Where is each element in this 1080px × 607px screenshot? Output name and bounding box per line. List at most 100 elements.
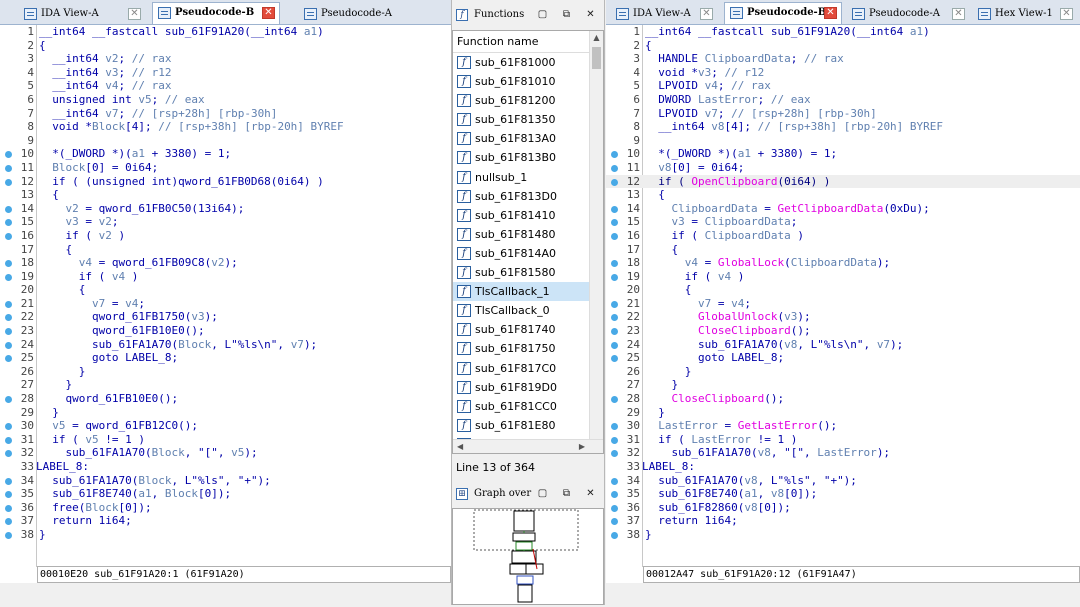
code-line[interactable]: 33LABEL_8: xyxy=(606,460,1080,474)
function-list-item[interactable]: fTlsCallback_1 xyxy=(453,282,603,301)
code-line[interactable]: 26 } xyxy=(606,365,1080,379)
code-line[interactable]: 16 if ( ClipboardData ) xyxy=(606,229,1080,243)
scrollbar-thumb[interactable] xyxy=(592,47,601,69)
breakpoint-dot-icon[interactable] xyxy=(611,491,618,498)
code-line[interactable]: 23 CloseClipboard(); xyxy=(606,324,1080,338)
functions-list[interactable]: Function name fsub_61F81000fsub_61F81010… xyxy=(452,30,604,454)
code-line[interactable]: 7 __int64 v7; // [rsp+28h] [rbp-30h] xyxy=(0,107,451,121)
code-line[interactable]: 29 } xyxy=(0,406,451,420)
code-line[interactable]: 36 sub_61F82860(v8[0]); xyxy=(606,501,1080,515)
code-line[interactable]: 6 DWORD LastError; // eax xyxy=(606,93,1080,107)
code-line[interactable]: 11 Block[0] = 0i64; xyxy=(0,161,451,175)
float-icon[interactable]: ⧉ xyxy=(561,488,572,499)
code-line[interactable]: 25 goto LABEL_8; xyxy=(606,351,1080,365)
pseudocode-view[interactable]: 1__int64 __fastcall sub_61F91A20(__int64… xyxy=(606,25,1080,567)
code-line[interactable]: 4 __int64 v3; // r12 xyxy=(0,66,451,80)
function-list-item[interactable]: fsub_61F81E80 xyxy=(453,416,603,435)
code-line[interactable]: 5 LPVOID v4; // rax xyxy=(606,79,1080,93)
code-line[interactable]: 27 } xyxy=(0,378,451,392)
breakpoint-dot-icon[interactable] xyxy=(5,328,12,335)
column-header-function-name[interactable]: Function name xyxy=(453,31,603,53)
code-line[interactable]: 36 free(Block[0]); xyxy=(0,501,451,515)
code-line[interactable]: 27 } xyxy=(606,378,1080,392)
code-line[interactable]: 32 sub_61FA1A70(Block, "[", v5); xyxy=(0,446,451,460)
function-list-item[interactable]: fsub_61F813B0 xyxy=(453,148,603,167)
breakpoint-dot-icon[interactable] xyxy=(5,165,12,172)
code-line[interactable]: 12 if ( OpenClipboard(0i64) ) xyxy=(606,175,1080,189)
breakpoint-dot-icon[interactable] xyxy=(5,260,12,267)
code-line[interactable]: 28 CloseClipboard(); xyxy=(606,392,1080,406)
breakpoint-dot-icon[interactable] xyxy=(5,505,12,512)
breakpoint-dot-icon[interactable] xyxy=(5,314,12,321)
code-line[interactable]: 10 *(_DWORD *)(a1 + 3380) = 1; xyxy=(606,147,1080,161)
code-line[interactable]: 17 { xyxy=(606,243,1080,257)
close-icon[interactable]: ✕ xyxy=(585,488,596,499)
restore-icon[interactable]: ▢ xyxy=(537,9,548,20)
tab-pseudocode-b[interactable]: Pseudocode-B ✕ xyxy=(724,2,842,25)
close-icon[interactable]: ✕ xyxy=(1060,8,1073,20)
close-icon[interactable]: ✕ xyxy=(262,7,275,19)
function-list-item[interactable]: fsub_61F813D0 xyxy=(453,187,603,206)
function-list-item[interactable]: fsub_61F817C0 xyxy=(453,359,603,378)
tab-ida-view-a[interactable]: IDA View-A ✕ xyxy=(610,3,718,25)
breakpoint-dot-icon[interactable] xyxy=(5,478,12,485)
breakpoint-dot-icon[interactable] xyxy=(5,532,12,539)
function-list-item[interactable]: fsub_61F81750 xyxy=(453,339,603,358)
breakpoint-dot-icon[interactable] xyxy=(611,532,618,539)
code-line[interactable]: 37 return 1i64; xyxy=(0,514,451,528)
function-list-item[interactable]: fsub_61F819D0 xyxy=(453,378,603,397)
breakpoint-dot-icon[interactable] xyxy=(611,328,618,335)
function-list-item[interactable]: fsub_61F81000 xyxy=(453,53,603,72)
code-line[interactable]: 20 { xyxy=(0,283,451,297)
code-line[interactable]: 5 __int64 v4; // rax xyxy=(0,79,451,93)
scroll-up-arrow-icon[interactable]: ▲ xyxy=(590,31,603,45)
tab-ida-view-a[interactable]: IDA View-A ✕ xyxy=(18,3,146,25)
breakpoint-dot-icon[interactable] xyxy=(5,274,12,281)
function-list-item[interactable]: fTlsCallback_0 xyxy=(453,301,603,320)
code-line[interactable]: 6 unsigned int v5; // eax xyxy=(0,93,451,107)
code-line[interactable]: 31 if ( LastError != 1 ) xyxy=(606,433,1080,447)
code-line[interactable]: 32 sub_61FA1A70(v8, "[", LastError); xyxy=(606,446,1080,460)
breakpoint-dot-icon[interactable] xyxy=(611,505,618,512)
close-icon[interactable]: ✕ xyxy=(700,8,713,20)
code-line[interactable]: 38} xyxy=(0,528,451,542)
breakpoint-dot-icon[interactable] xyxy=(5,219,12,226)
function-list-item[interactable]: fsub_61F814A0 xyxy=(453,244,603,263)
code-line[interactable]: 14 ClipboardData = GetClipboardData(0xDu… xyxy=(606,202,1080,216)
close-icon[interactable]: ✕ xyxy=(128,8,141,20)
code-line[interactable]: 30 v5 = qword_61FB12C0(); xyxy=(0,419,451,433)
breakpoint-dot-icon[interactable] xyxy=(5,491,12,498)
code-line[interactable]: 33LABEL_8: xyxy=(0,460,451,474)
code-line[interactable]: 38} xyxy=(606,528,1080,542)
close-icon[interactable]: ✕ xyxy=(824,7,837,19)
breakpoint-dot-icon[interactable] xyxy=(5,151,12,158)
breakpoint-dot-icon[interactable] xyxy=(611,423,618,430)
breakpoint-dot-icon[interactable] xyxy=(5,396,12,403)
function-list-item[interactable]: fsub_61F81200 xyxy=(453,91,603,110)
code-line[interactable]: 30 LastError = GetLastError(); xyxy=(606,419,1080,433)
horizontal-scrollbar[interactable] xyxy=(606,583,1080,605)
scroll-left-arrow-icon[interactable]: ◀ xyxy=(457,440,463,453)
functions-vertical-scrollbar[interactable]: ▲ xyxy=(589,31,603,439)
function-list-item[interactable]: fsub_61F81010 xyxy=(453,72,603,91)
code-line[interactable]: 18 v4 = qword_61FB09C8(v2); xyxy=(0,256,451,270)
function-list-item[interactable]: fsub_61F81410 xyxy=(453,206,603,225)
breakpoint-dot-icon[interactable] xyxy=(5,301,12,308)
code-line[interactable]: 13 { xyxy=(0,188,451,202)
breakpoint-dot-icon[interactable] xyxy=(611,396,618,403)
code-line[interactable]: 2{ xyxy=(0,39,451,53)
breakpoint-dot-icon[interactable] xyxy=(611,233,618,240)
code-line[interactable]: 22 GlobalUnlock(v3); xyxy=(606,310,1080,324)
code-line[interactable]: 15 v3 = v2; xyxy=(0,215,451,229)
horizontal-scrollbar[interactable] xyxy=(0,583,451,605)
breakpoint-dot-icon[interactable] xyxy=(611,314,618,321)
code-line[interactable]: 34 sub_61FA1A70(v8, L"%ls", "+"); xyxy=(606,474,1080,488)
breakpoint-dot-icon[interactable] xyxy=(5,206,12,213)
tab-pseudocode-a[interactable]: Pseudocode-A xyxy=(298,3,438,25)
code-line[interactable]: 2{ xyxy=(606,39,1080,53)
code-line[interactable]: 24 sub_61FA1A70(Block, L"%ls\n", v7); xyxy=(0,338,451,352)
breakpoint-dot-icon[interactable] xyxy=(5,233,12,240)
breakpoint-dot-icon[interactable] xyxy=(611,179,618,186)
code-line[interactable]: 20 { xyxy=(606,283,1080,297)
code-line[interactable]: 31 if ( v5 != 1 ) xyxy=(0,433,451,447)
